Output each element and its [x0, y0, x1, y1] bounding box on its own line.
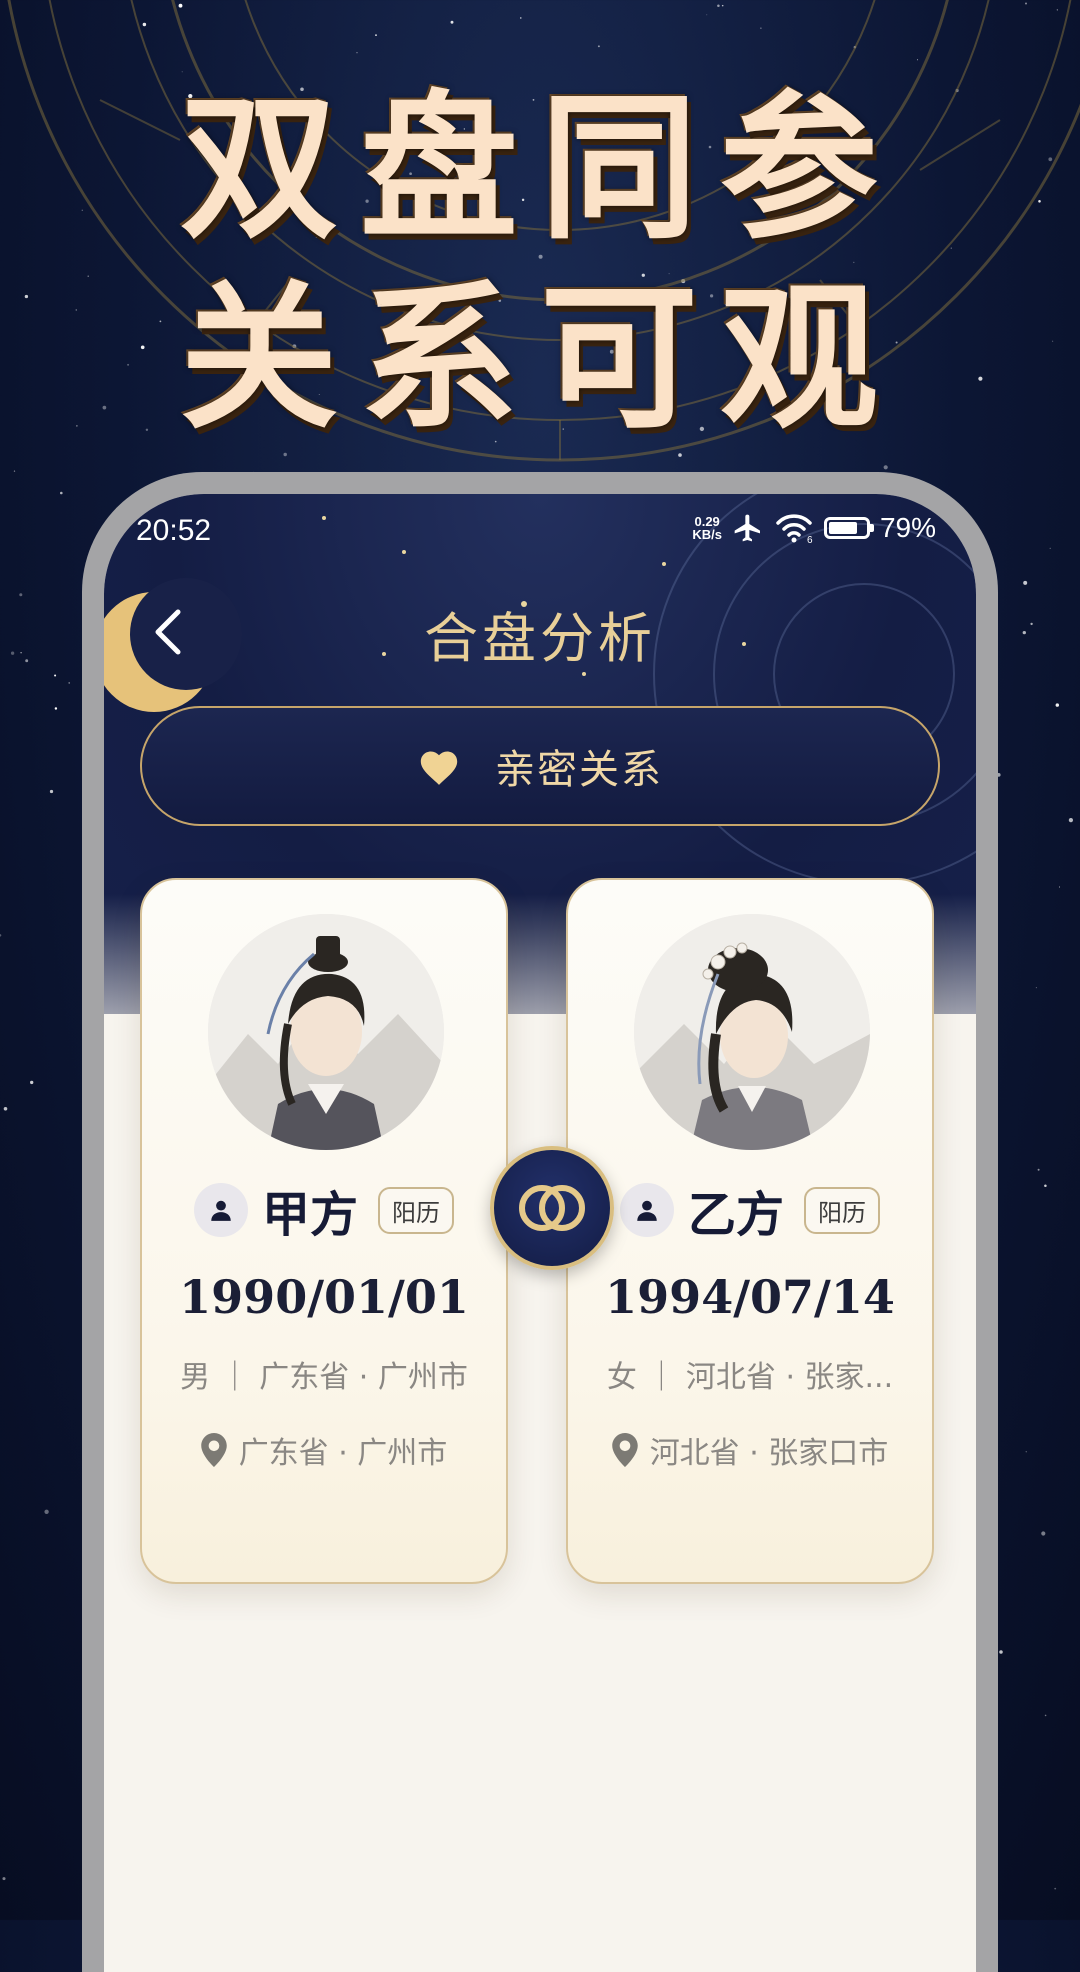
star: [54, 707, 58, 710]
battery-percent: 79%: [879, 512, 936, 543]
user-icon: [619, 1183, 674, 1237]
star: [1022, 630, 1026, 635]
star: [1041, 1531, 1046, 1536]
star: [3, 1107, 8, 1111]
person-b-name-row: 乙方 阳历: [568, 1180, 932, 1243]
network-speed-unit: KB/s: [692, 527, 722, 542]
avatar-male: [208, 914, 444, 1150]
person-a-name: 甲方: [261, 1187, 358, 1243]
person-a-birth-date: 1990/01/01: [179, 1270, 469, 1324]
star: [999, 1650, 1003, 1654]
star: [1035, 987, 1037, 989]
person-card-a[interactable]: 甲方 阳历 1990/01/01 男 ｜ 广东省 · 广州市 广东省 · 广州市: [140, 878, 508, 1584]
phone-screen: 20:52 0.29 KB/s 6 79% 合盘分析 亲密关系 甲方 阳历 19…: [104, 494, 976, 1972]
star: [49, 789, 54, 794]
star: [20, 652, 22, 654]
status-icons: 0.29 KB/s 6 79%: [692, 512, 936, 544]
user-icon: [193, 1183, 248, 1237]
headline-line-2: 关系可观: [180, 266, 900, 451]
network-speed: 0.29 KB/s: [692, 515, 722, 541]
battery-icon: [823, 517, 874, 539]
star: [2, 1877, 6, 1881]
person-card-b[interactable]: 乙方 阳历 1994/07/14 女 ｜ 河北省 · 张家... 河北省 · 张…: [566, 878, 934, 1584]
person-a-gender-birthplace: 男 ｜ 广东省 · 广州市: [180, 1360, 468, 1395]
person-b-location-row: 河北省 · 张家口市: [568, 1428, 932, 1472]
page-title: 合盘分析: [424, 607, 656, 670]
person-a-name-row: 甲方 阳历: [142, 1180, 506, 1243]
phone-frame: 20:52 0.29 KB/s 6 79% 合盘分析 亲密关系 甲方 阳历 19…: [82, 472, 998, 1972]
swap-rings-button[interactable]: [490, 1146, 614, 1270]
airplane-icon: [734, 514, 760, 542]
star: [1059, 886, 1061, 888]
star: [1055, 703, 1060, 707]
location-pin-icon: [611, 1433, 638, 1467]
rings-icon: [519, 1185, 585, 1231]
star: [25, 659, 29, 663]
person-a-location-row: 广东省 · 广州市: [142, 1428, 506, 1472]
person-b-birth-date: 1994/07/14: [605, 1270, 895, 1324]
star: [60, 491, 63, 495]
star: [0, 934, 2, 937]
relation-type-selector[interactable]: 亲密关系: [140, 706, 940, 826]
person-b-calendar-tag: 阳历: [804, 1186, 880, 1234]
relation-label: 亲密关系: [495, 747, 663, 793]
person-a-calendar-tag: 阳历: [378, 1186, 454, 1234]
status-time: 20:52: [136, 514, 212, 547]
star: [54, 674, 57, 677]
wifi-label: 6: [807, 535, 813, 544]
star: [1044, 1184, 1047, 1188]
star: [1049, 547, 1051, 549]
avatar-female: [634, 914, 870, 1150]
star: [1030, 622, 1033, 626]
wifi-icon: 6: [776, 514, 813, 544]
heart-icon: [420, 751, 458, 785]
person-a-location: 广东省 · 广州市: [238, 1436, 448, 1471]
star: [10, 651, 15, 655]
star: [30, 1080, 34, 1085]
star: [1025, 1451, 1027, 1453]
star: [1044, 1714, 1047, 1717]
star: [44, 1509, 49, 1514]
battery-fill: [828, 522, 857, 534]
location-pin-icon: [200, 1433, 227, 1467]
star: [1037, 1168, 1040, 1171]
person-b-name: 乙方: [687, 1187, 784, 1243]
star: [19, 593, 23, 597]
star: [1068, 817, 1074, 823]
person-b-location: 河北省 · 张家口市: [649, 1436, 889, 1471]
star: [1023, 580, 1028, 585]
person-b-gender-birthplace: 女 ｜ 河北省 · 张家...: [606, 1360, 894, 1395]
star: [1054, 1887, 1057, 1890]
status-bar: 20:52 0.29 KB/s 6 79%: [104, 494, 976, 564]
star: [68, 682, 71, 684]
